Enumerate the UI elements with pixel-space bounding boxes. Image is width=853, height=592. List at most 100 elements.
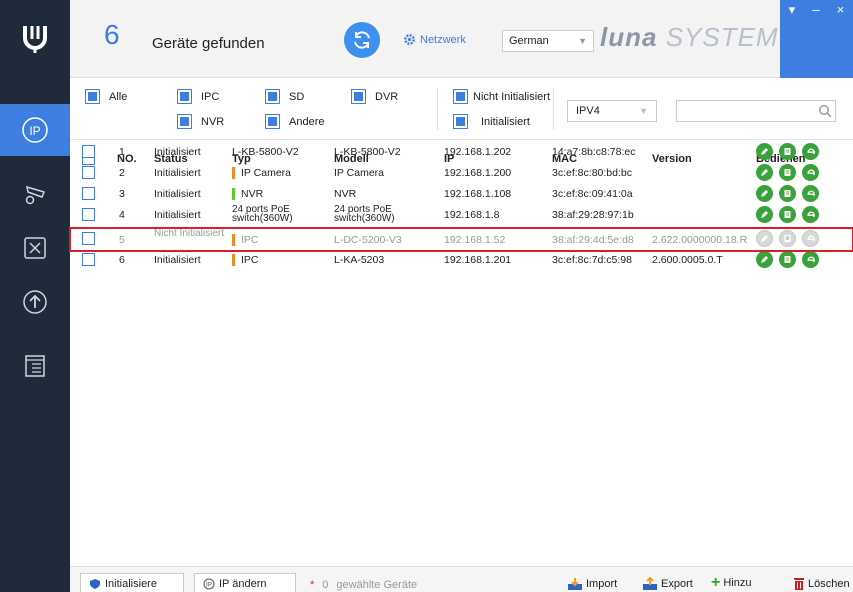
edit-icon[interactable] xyxy=(756,251,773,268)
brand-logo: luna SYSTEM xyxy=(600,22,779,53)
filter-sd-label: SD xyxy=(289,90,305,103)
filter-initialisiert[interactable]: Initialisiert xyxy=(453,114,530,129)
shield-icon xyxy=(90,579,100,589)
web-browser-icon[interactable] xyxy=(802,230,819,247)
cell-mac: 3c:ef:8c:7d:c5:98 xyxy=(552,253,632,266)
minimize-icon[interactable]: – xyxy=(812,2,819,78)
upload-icon xyxy=(23,290,47,314)
table-row[interactable]: 1 Initialisiert L-KB-5800-V2 L-KB-5800-V2 19… xyxy=(70,141,853,162)
cell-type-text: IPC xyxy=(241,253,259,266)
edit-icon[interactable] xyxy=(756,206,773,223)
details-icon[interactable] xyxy=(779,143,796,160)
details-icon[interactable] xyxy=(779,251,796,268)
row-checkbox[interactable] xyxy=(82,166,95,179)
nav-tools[interactable] xyxy=(0,222,70,274)
row-actions xyxy=(756,185,819,202)
language-select[interactable]: German ▼ xyxy=(502,30,594,52)
filter-dvr[interactable]: DVR xyxy=(351,89,399,104)
edit-icon[interactable] xyxy=(756,164,773,181)
cell-status: Initialisiert xyxy=(154,145,201,158)
nav-camera-settings[interactable] xyxy=(0,168,70,220)
close-icon[interactable]: × xyxy=(837,2,845,78)
filter-init-checkbox[interactable] xyxy=(453,114,468,129)
edit-icon[interactable] xyxy=(756,185,773,202)
row-checkbox[interactable] xyxy=(82,208,95,221)
type-color-marker xyxy=(232,253,235,266)
filter-dvr-checkbox[interactable] xyxy=(351,89,366,104)
web-browser-icon[interactable] xyxy=(802,164,819,181)
filter-dvr-label: DVR xyxy=(375,90,399,103)
cell-model: L-DC-5200-V3 xyxy=(334,233,402,246)
camera-gear-icon xyxy=(25,185,46,205)
nav-upgrade[interactable] xyxy=(0,276,70,328)
menu-dropdown-icon[interactable]: ▾ xyxy=(789,2,796,78)
search-icon[interactable] xyxy=(818,104,832,118)
web-browser-icon[interactable] xyxy=(802,251,819,268)
edit-icon[interactable] xyxy=(756,230,773,247)
filter-init-label: Initialisiert xyxy=(481,115,530,128)
table-row[interactable]: 5 Nicht Initialisiert IPC L-DC-5200-V3 192.1… xyxy=(69,227,853,252)
delete-button[interactable]: Löschen xyxy=(793,577,850,590)
filter-all-checkbox[interactable] xyxy=(85,89,100,104)
ip-version-select[interactable]: IPV4 ▼ xyxy=(567,100,657,122)
svg-text:IP: IP xyxy=(29,124,40,138)
refresh-button[interactable] xyxy=(344,22,380,58)
filter-nvr-checkbox[interactable] xyxy=(177,114,192,129)
export-button[interactable]: Export xyxy=(642,577,693,591)
selection-info: * 0 gewählte Geräte xyxy=(310,579,417,591)
header: 6 Geräte gefunden Netzwerk German ▼ luna… xyxy=(70,0,853,78)
details-icon[interactable] xyxy=(779,185,796,202)
web-browser-icon[interactable] xyxy=(802,143,819,160)
cell-model: NVR xyxy=(334,187,357,200)
filter-bar: Alle IPC SD DVR NVR Andere Nicht Initial… xyxy=(70,78,853,140)
row-checkbox[interactable] xyxy=(82,145,95,158)
nav-documents[interactable] xyxy=(0,340,70,392)
details-icon[interactable] xyxy=(779,206,796,223)
cell-model: L-KA-5203 xyxy=(334,253,385,266)
filter-sd-checkbox[interactable] xyxy=(265,89,280,104)
change-ip-button[interactable]: IP IP ändern xyxy=(194,573,296,592)
selection-star: * xyxy=(310,579,315,591)
netzwerk-button[interactable]: Netzwerk xyxy=(403,33,466,46)
device-table: NO. Status Typ Modell IP MAC Version Bed… xyxy=(69,141,853,268)
edit-icon[interactable] xyxy=(756,143,773,160)
details-icon[interactable] xyxy=(779,164,796,181)
gear-icon xyxy=(404,34,415,45)
cell-status: Initialisiert xyxy=(154,208,201,221)
filter-sd[interactable]: SD xyxy=(265,89,305,104)
filter-ipc-checkbox[interactable] xyxy=(177,89,192,104)
table-row[interactable]: 6 Initialisiert IPC L-KA-5203 192.168.1.201 3… xyxy=(70,249,853,270)
cell-type: NVR xyxy=(232,183,324,204)
filter-nicht-initialisiert[interactable]: Nicht Initialisiert xyxy=(453,89,550,104)
brand-system: SYSTEM xyxy=(665,22,779,52)
details-icon[interactable] xyxy=(779,230,796,247)
search-input[interactable] xyxy=(676,100,836,122)
web-browser-icon[interactable] xyxy=(802,206,819,223)
filter-all[interactable]: Alle xyxy=(85,89,127,104)
table-row[interactable]: 4 Initialisiert 24 ports PoE switch(360W) 2… xyxy=(70,204,853,225)
nav-ip-config[interactable]: IP xyxy=(0,104,70,156)
table-row[interactable]: 3 Initialisiert NVR NVR 192.168.1.108 3c:ef:8… xyxy=(70,183,853,204)
initialize-button[interactable]: Initialisiere xyxy=(80,573,184,592)
filter-nvr[interactable]: NVR xyxy=(177,114,224,129)
cell-model: 24 ports PoE switch(360W) xyxy=(334,204,395,224)
row-actions xyxy=(756,164,819,181)
cell-type-text: L-KB-5800-V2 xyxy=(232,145,299,158)
cell-type: IP Camera xyxy=(232,162,324,183)
document-icon xyxy=(25,355,45,377)
filter-nicht-init-checkbox[interactable] xyxy=(453,89,468,104)
filter-ipc[interactable]: IPC xyxy=(177,89,220,104)
row-checkbox[interactable] xyxy=(82,253,95,266)
filter-ipc-label: IPC xyxy=(201,90,220,103)
sidebar: IP xyxy=(0,0,70,592)
import-button[interactable]: Import xyxy=(567,577,617,591)
table-row[interactable]: 2 Initialisiert IP Camera IP Camera 192.168.… xyxy=(70,162,853,183)
row-checkbox[interactable] xyxy=(82,187,95,200)
add-button[interactable]: + Hinzu xyxy=(711,575,751,591)
web-browser-icon[interactable] xyxy=(802,185,819,202)
filter-andere-checkbox[interactable] xyxy=(265,114,280,129)
trash-icon xyxy=(794,578,804,590)
filter-andere[interactable]: Andere xyxy=(265,114,324,129)
row-checkbox[interactable] xyxy=(82,232,95,245)
language-value: German xyxy=(509,35,549,47)
